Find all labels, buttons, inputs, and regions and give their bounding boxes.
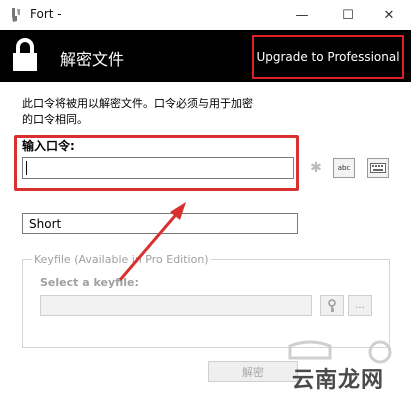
upgrade-button[interactable]: Upgrade to Professional [252, 35, 404, 79]
key-icon[interactable] [320, 295, 344, 316]
maximize-button[interactable]: ☐ [326, 0, 370, 30]
app-icon [12, 8, 20, 22]
minimize-button[interactable]: — [280, 0, 324, 30]
watermark-text: 云南龙网 [292, 368, 385, 393]
keyboard-icon[interactable] [367, 158, 389, 178]
decrypt-button[interactable]: 解密 [208, 361, 298, 382]
keyfile-group-label: Keyfile (Available in Pro Edition) [32, 253, 211, 266]
title-bar: Fort - — ☐ ✕ [0, 0, 411, 30]
password-strength: Short [22, 213, 298, 234]
keyfile-select-label: Select a keyfile: [40, 276, 139, 289]
keyfile-browse-button[interactable]: ... [348, 295, 372, 316]
abc-icon[interactable]: abc [333, 158, 355, 178]
star-icon[interactable]: ✱ [305, 158, 327, 178]
lock-icon [13, 38, 37, 71]
password-input[interactable] [22, 157, 294, 179]
password-label: 输入口令: [22, 139, 75, 153]
text-caret [26, 161, 27, 175]
keyfile-input[interactable] [40, 295, 312, 316]
header-title: 解密文件 [60, 50, 125, 69]
window-title: Fort - [30, 7, 62, 21]
close-button[interactable]: ✕ [367, 0, 411, 30]
description-text: 此口令将被用以解密文件。口令必须与用于加密的口令相同。 [22, 97, 253, 126]
